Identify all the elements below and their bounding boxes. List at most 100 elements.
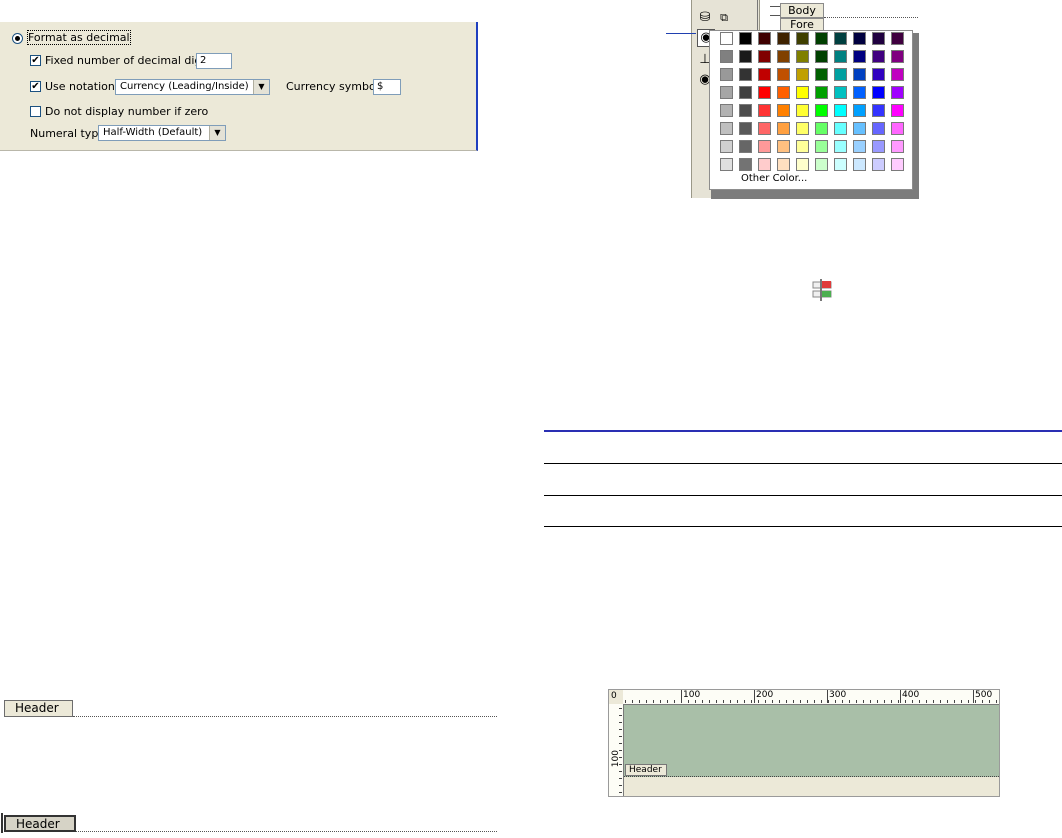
use-notation-checkbox[interactable]: ✔ xyxy=(30,81,41,92)
split-view-icon[interactable] xyxy=(811,279,835,301)
color-swatch[interactable] xyxy=(777,104,790,117)
color-swatch[interactable] xyxy=(777,50,790,63)
color-swatch[interactable] xyxy=(853,158,866,171)
color-swatch[interactable] xyxy=(720,104,733,117)
color-swatch[interactable] xyxy=(891,32,904,45)
color-swatch[interactable] xyxy=(758,50,771,63)
numeral-type-dropdown[interactable]: Half-Width (Default) ▼ xyxy=(98,125,226,141)
color-swatch[interactable] xyxy=(758,32,771,45)
color-swatch[interactable] xyxy=(834,104,847,117)
color-swatch[interactable] xyxy=(777,140,790,153)
color-swatch[interactable] xyxy=(739,68,752,81)
color-swatch[interactable] xyxy=(815,50,828,63)
color-swatch[interactable] xyxy=(739,158,752,171)
color-swatch[interactable] xyxy=(815,68,828,81)
color-swatch[interactable] xyxy=(739,50,752,63)
color-swatch[interactable] xyxy=(872,122,885,135)
format-decimal-radio[interactable] xyxy=(12,33,23,44)
color-swatch[interactable] xyxy=(834,158,847,171)
color-swatch[interactable] xyxy=(815,158,828,171)
color-swatch[interactable] xyxy=(853,104,866,117)
color-swatch[interactable] xyxy=(720,50,733,63)
fixed-digits-input[interactable]: 2 xyxy=(196,53,232,69)
color-swatch[interactable] xyxy=(872,158,885,171)
color-swatch[interactable] xyxy=(815,104,828,117)
color-swatch[interactable] xyxy=(815,122,828,135)
color-swatch[interactable] xyxy=(739,86,752,99)
fore-tab[interactable]: Fore xyxy=(780,18,824,30)
color-swatch[interactable] xyxy=(758,140,771,153)
color-swatch[interactable] xyxy=(777,122,790,135)
color-swatch[interactable] xyxy=(872,140,885,153)
color-swatch[interactable] xyxy=(834,50,847,63)
color-swatch[interactable] xyxy=(853,86,866,99)
header-section-tag[interactable]: Header xyxy=(625,764,667,776)
color-swatch[interactable] xyxy=(739,140,752,153)
notation-dropdown[interactable]: Currency (Leading/Inside) ▼ xyxy=(115,79,270,95)
color-swatch[interactable] xyxy=(872,50,885,63)
other-color-button[interactable]: Other Color... xyxy=(741,173,807,184)
color-swatch[interactable] xyxy=(834,122,847,135)
color-swatch[interactable] xyxy=(891,158,904,171)
body-tab[interactable]: Body xyxy=(780,3,824,18)
color-swatch[interactable] xyxy=(758,122,771,135)
color-swatch[interactable] xyxy=(720,140,733,153)
color-swatch[interactable] xyxy=(891,140,904,153)
color-swatch[interactable] xyxy=(739,104,752,117)
header-band-tab-selected[interactable]: Header xyxy=(4,815,76,832)
color-swatch[interactable] xyxy=(815,86,828,99)
color-swatch[interactable] xyxy=(834,32,847,45)
layers-icon[interactable]: ⧉ xyxy=(716,10,732,26)
color-swatch[interactable] xyxy=(815,32,828,45)
header-band-tab[interactable]: Header xyxy=(4,700,73,717)
color-swatch[interactable] xyxy=(891,86,904,99)
color-swatch[interactable] xyxy=(739,32,752,45)
color-swatch[interactable] xyxy=(796,50,809,63)
no-zero-checkbox[interactable] xyxy=(30,106,41,117)
color-swatch[interactable] xyxy=(891,50,904,63)
color-swatch[interactable] xyxy=(758,158,771,171)
color-swatch[interactable] xyxy=(796,122,809,135)
color-swatch[interactable] xyxy=(891,122,904,135)
fill-bucket-icon[interactable]: ⛁ xyxy=(697,10,713,26)
chevron-down-icon[interactable]: ▼ xyxy=(253,80,269,94)
color-swatch[interactable] xyxy=(777,86,790,99)
chevron-down-icon[interactable]: ▼ xyxy=(209,126,225,140)
color-swatch[interactable] xyxy=(853,32,866,45)
color-swatch[interactable] xyxy=(853,50,866,63)
color-swatch[interactable] xyxy=(720,158,733,171)
color-swatch[interactable] xyxy=(834,140,847,153)
color-swatch[interactable] xyxy=(872,32,885,45)
color-swatch[interactable] xyxy=(758,86,771,99)
color-swatch[interactable] xyxy=(777,158,790,171)
color-swatch[interactable] xyxy=(834,86,847,99)
currency-symbol-input[interactable]: $ xyxy=(373,79,401,95)
color-swatch[interactable] xyxy=(777,32,790,45)
color-swatch[interactable] xyxy=(739,122,752,135)
color-swatch[interactable] xyxy=(796,158,809,171)
color-swatch[interactable] xyxy=(796,140,809,153)
color-swatch[interactable] xyxy=(853,68,866,81)
color-swatch[interactable] xyxy=(891,104,904,117)
header-section-area[interactable] xyxy=(624,705,999,777)
fixed-digits-checkbox[interactable]: ✔ xyxy=(30,55,41,66)
color-swatch[interactable] xyxy=(796,32,809,45)
color-swatch[interactable] xyxy=(853,122,866,135)
color-swatch[interactable] xyxy=(777,68,790,81)
color-swatch[interactable] xyxy=(834,68,847,81)
color-swatch[interactable] xyxy=(891,68,904,81)
color-swatch[interactable] xyxy=(872,104,885,117)
color-swatch[interactable] xyxy=(796,68,809,81)
color-swatch[interactable] xyxy=(872,86,885,99)
color-swatch[interactable] xyxy=(720,86,733,99)
color-swatch[interactable] xyxy=(815,140,828,153)
color-swatch[interactable] xyxy=(796,86,809,99)
color-swatch[interactable] xyxy=(758,104,771,117)
color-swatch[interactable] xyxy=(796,104,809,117)
color-swatch[interactable] xyxy=(720,122,733,135)
color-swatch[interactable] xyxy=(872,68,885,81)
format-decimal-label[interactable]: Format as decimal xyxy=(27,30,131,45)
color-swatch[interactable] xyxy=(853,140,866,153)
color-swatch[interactable] xyxy=(720,68,733,81)
color-swatch[interactable] xyxy=(758,68,771,81)
